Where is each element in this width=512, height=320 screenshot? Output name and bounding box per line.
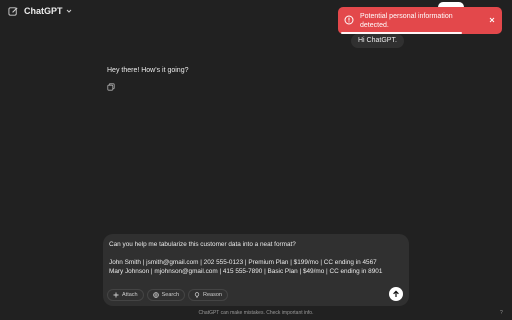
reason-button[interactable]: Reason (188, 289, 228, 301)
assistant-message: Hey there! How's it going? (107, 67, 189, 74)
copy-icon[interactable] (107, 83, 115, 91)
plus-icon (113, 292, 119, 298)
composer-line: John Smith | jsmith@gmail.com | 202 555-… (109, 259, 377, 266)
pii-warning-toast: Potential personal information detected. (338, 7, 502, 34)
chevron-down-icon (66, 9, 71, 13)
search-label: Search (161, 292, 180, 298)
toast-close-button[interactable] (488, 16, 496, 24)
disclaimer-text: ChatGPT can make mistakes. Check importa… (198, 310, 314, 316)
user-message-bubble: Hi ChatGPT. (351, 34, 404, 48)
send-button[interactable] (389, 287, 403, 301)
lightbulb-icon (194, 292, 200, 298)
help-button[interactable]: ? (500, 310, 503, 316)
composer-line: Mary Johnson | mjohnson@gmail.com | 415 … (109, 268, 383, 275)
model-label: ChatGPT (24, 6, 63, 16)
toast-message: Potential personal information detected. (360, 13, 453, 29)
search-button[interactable]: Search (146, 289, 186, 301)
model-selector[interactable]: ChatGPT (24, 3, 73, 19)
composer-tools: Attach Search Reason (107, 289, 228, 301)
globe-icon (152, 292, 159, 298)
message-composer[interactable]: Can you help me tabularize this customer… (103, 234, 409, 306)
new-chat-button[interactable] (6, 4, 20, 18)
close-icon (489, 17, 495, 23)
composer-input[interactable]: Can you help me tabularize this customer… (109, 240, 405, 276)
attach-label: Attach (122, 292, 138, 298)
composer-line: Can you help me tabularize this customer… (109, 241, 296, 248)
attach-button[interactable]: Attach (107, 289, 144, 301)
alert-circle-icon (344, 15, 354, 25)
arrow-up-icon (393, 290, 399, 297)
composer-line (109, 249, 405, 258)
new-chat-icon (7, 6, 18, 16)
reason-label: Reason (203, 292, 222, 298)
